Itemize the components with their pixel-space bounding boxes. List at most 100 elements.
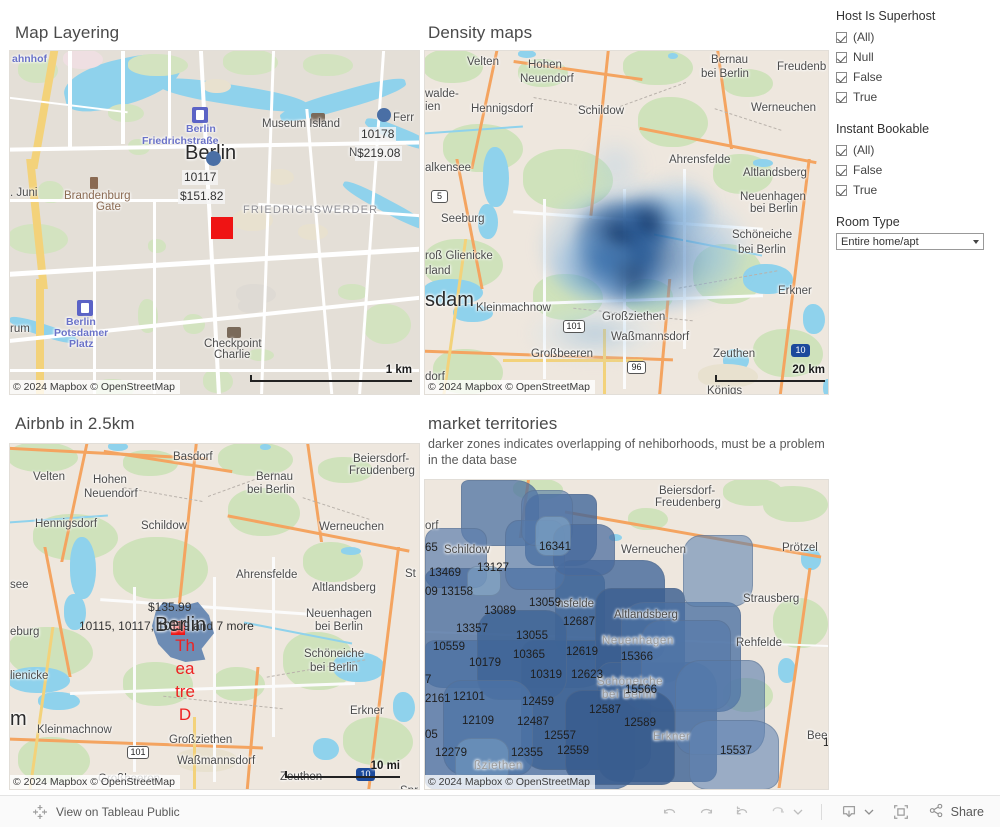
refresh-icon[interactable]	[769, 803, 787, 821]
map-label: rum	[10, 323, 30, 335]
fullscreen-icon[interactable]	[892, 803, 910, 821]
zip-label: 12279	[435, 747, 467, 759]
map-label: Spr	[400, 785, 418, 789]
checkbox[interactable]	[836, 71, 847, 83]
map-label: alkensee	[425, 162, 472, 174]
map-label: Waßmannsdorf	[611, 331, 690, 343]
download-icon[interactable]	[840, 803, 858, 821]
market-territories-canvas[interactable]: Beiersdorf- Freudenberg orf Schildow Wer…	[424, 479, 829, 790]
route-shield: 96	[627, 361, 646, 374]
map-label-city: sdam	[425, 289, 474, 311]
scale-label: 10 mi	[370, 760, 400, 772]
filter-option-label: False	[853, 70, 883, 84]
map-label: Ferr	[393, 112, 415, 124]
checkbox[interactable]	[836, 51, 847, 63]
filter-option-all[interactable]: (All)	[836, 140, 996, 160]
filter-option-label: False	[853, 163, 883, 177]
scale-label: 1 km	[385, 364, 412, 376]
redo-icon[interactable]	[697, 803, 715, 821]
map-label: Werneuchen	[621, 544, 686, 556]
zip-label: 12487	[517, 716, 549, 728]
overlay-text-line: D	[178, 705, 192, 724]
filter-title: Room Type	[836, 215, 900, 229]
map-label: Seeburg	[441, 213, 485, 225]
zip-label: 13469	[429, 567, 461, 579]
zip-label: 10559	[433, 641, 465, 653]
share-button[interactable]: Share	[928, 802, 984, 822]
overlay-text-line: tre	[175, 682, 195, 701]
chevron-down-icon[interactable]	[864, 807, 874, 817]
checkbox[interactable]	[836, 31, 847, 43]
filter-option-false[interactable]: False	[836, 67, 996, 87]
checkbox[interactable]	[836, 91, 847, 103]
zip-label: 09	[425, 586, 438, 598]
checkbox[interactable]	[836, 164, 847, 176]
map-label: bei Berlin	[247, 484, 295, 496]
map-label: Waßmannsdorf	[177, 755, 256, 767]
checkbox[interactable]	[836, 144, 847, 156]
checkbox[interactable]	[836, 184, 847, 196]
selected-listing-marker[interactable]	[211, 217, 233, 239]
zip-label: 10179	[469, 657, 501, 669]
map-label: Ahrensfelde	[669, 154, 731, 166]
density-map-canvas[interactable]: Velten Hohen Neuendorf Bernau bei Berlin…	[424, 50, 829, 395]
map-label: Großbeeren	[531, 348, 594, 360]
zip-label: 13059	[529, 597, 561, 609]
map-label: Schöneiche	[732, 229, 793, 241]
zip-label: 7	[425, 674, 432, 686]
room-type-select[interactable]: Entire home/apt	[836, 233, 984, 250]
filter-option-true[interactable]: True	[836, 180, 996, 200]
zip-label: 12619	[566, 646, 598, 658]
map-label: Ahrensfelde	[236, 569, 298, 581]
zip-label: 16341	[539, 541, 571, 553]
map-label: ßziethen	[474, 760, 523, 772]
map-label: Königs	[707, 385, 743, 395]
map-label: Zeuthen	[713, 348, 756, 360]
cluster-price-label: $135.99	[148, 600, 192, 614]
map-label: Platz	[69, 338, 94, 350]
undo-icon[interactable]	[661, 803, 679, 821]
filter-option-label: True	[853, 183, 878, 197]
map-label: Museum Island	[262, 118, 340, 130]
zip-label: 1	[823, 737, 829, 749]
map-label: Bernau	[711, 54, 749, 66]
filter-option-null[interactable]: Null	[836, 47, 996, 67]
filter-title: Instant Bookable	[836, 122, 930, 136]
filter-option-label: Null	[853, 50, 874, 64]
chevron-down-icon[interactable]	[973, 239, 979, 244]
zip-label: 65	[425, 542, 438, 554]
map-label: Altlandsberg	[312, 582, 376, 594]
listing-marker[interactable]	[377, 108, 391, 122]
filter-title: Host Is Superhost	[836, 9, 936, 23]
view-on-tableau-public-link[interactable]: View on Tableau Public	[56, 805, 180, 819]
revert-icon[interactable]	[733, 803, 751, 821]
density-maps-title: Density maps	[428, 23, 533, 42]
map-label: Prötzel	[782, 542, 818, 554]
zip-label: 12589	[624, 717, 656, 729]
map-label: Hennigsdorf	[35, 518, 98, 530]
filter-option-all[interactable]: (All)	[836, 27, 996, 47]
rail-station-icon	[192, 107, 208, 123]
listing-marker[interactable]	[206, 151, 221, 166]
filters-panel: Host Is Superhost (All) Null False True …	[836, 8, 996, 264]
map-label: roß Glienicke	[425, 250, 493, 262]
map-label: bei Berlin	[315, 621, 363, 633]
map-label: see	[10, 579, 29, 591]
route-shield: 101	[563, 320, 585, 333]
zip-label: 2161	[425, 693, 451, 705]
map-label: Rehfelde	[736, 637, 783, 649]
map-label: Neuenhagen	[602, 635, 674, 647]
route-shield: 101	[127, 746, 149, 759]
filter-option-true[interactable]: True	[836, 87, 996, 107]
map-label: eburg	[10, 626, 40, 638]
airbnb-25km-canvas[interactable]: Basdorf Beiersdorf- Freudenberg Velten H…	[9, 443, 420, 790]
map-layering-canvas[interactable]: ahnhof Berlin Friedrichstraße Museum Isl…	[9, 50, 420, 395]
map-label: Velten	[33, 471, 65, 483]
map-label: . Juni	[10, 187, 38, 199]
map-label: Hohen	[528, 59, 562, 71]
chevron-down-icon[interactable]	[793, 807, 803, 817]
filter-option-false[interactable]: False	[836, 160, 996, 180]
map-label: Schöneiche	[304, 648, 365, 660]
map-label: Altlandsberg	[614, 609, 678, 621]
map-label: bei Berlin	[310, 662, 358, 674]
